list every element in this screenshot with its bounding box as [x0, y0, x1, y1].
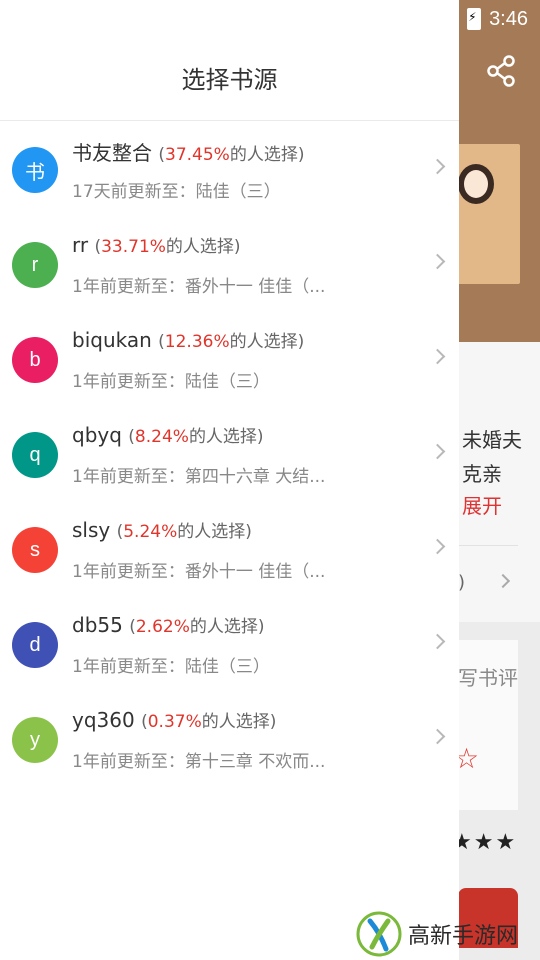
source-update-text: 1年前更新至：陆佳（三）	[72, 372, 270, 392]
source-update-text: 17天前更新至：陆佳（三）	[72, 182, 281, 202]
source-percent: 5.24%	[123, 522, 178, 542]
rating-stars: ★★★	[452, 830, 518, 855]
source-update-text: 1年前更新至：第四十六章 大结...	[72, 467, 326, 487]
watermark-text: 高新手游网	[408, 924, 519, 949]
source-avatar: b	[12, 337, 58, 383]
source-item[interactable]: q qbyq (8.24%的人选择) 1年前更新至：第四十六章 大结...	[0, 406, 459, 501]
source-name: db55	[72, 613, 123, 637]
source-title-line: slsy (5.24%的人选择)	[72, 518, 252, 542]
chevron-right-icon	[429, 538, 446, 555]
source-avatar: 书	[12, 147, 58, 193]
source-list: 书 书友整合 (37.45%的人选择) 17天前更新至：陆佳（三） r rr (…	[0, 121, 459, 786]
source-percent-suffix: 的人选择)	[229, 332, 305, 352]
source-percent-suffix: 的人选择)	[201, 712, 277, 732]
source-name: yq360	[72, 708, 135, 732]
source-avatar: y	[12, 717, 58, 763]
source-update-text: 1年前更新至：陆佳（三）	[72, 657, 270, 677]
source-item[interactable]: d db55 (2.62%的人选择) 1年前更新至：陆佳（三）	[0, 596, 459, 691]
watermark-logo-icon	[356, 911, 402, 957]
source-percent: 2.62%	[135, 617, 190, 637]
battery-charging-icon	[467, 8, 482, 30]
source-percent-suffix: 的人选择)	[229, 145, 305, 165]
source-item[interactable]: 书 书友整合 (37.45%的人选择) 17天前更新至：陆佳（三）	[0, 121, 459, 216]
bg-description-line2: 克亲	[462, 462, 502, 486]
source-item[interactable]: y yq360 (0.37%的人选择) 1年前更新至：第十三章 不欢而...	[0, 691, 459, 786]
source-title-line: yq360 (0.37%的人选择)	[72, 708, 277, 732]
source-title-line: qbyq (8.24%的人选择)	[72, 423, 264, 447]
source-avatar: s	[12, 527, 58, 573]
source-item[interactable]: s slsy (5.24%的人选择) 1年前更新至：番外十一 佳佳（...	[0, 501, 459, 596]
source-percent: 33.71%	[101, 237, 166, 257]
source-percent: 8.24%	[134, 427, 189, 447]
source-avatar: r	[12, 242, 58, 288]
chevron-right-icon	[429, 633, 446, 650]
bg-description-line1: 未婚夫	[462, 428, 522, 452]
source-percent-suffix: 的人选择)	[177, 522, 252, 542]
source-name: biqukan	[72, 328, 152, 352]
source-drawer: 选择书源 书 书友整合 (37.45%的人选择) 17天前更新至：陆佳（三） r…	[0, 0, 459, 960]
source-avatar: q	[12, 432, 58, 478]
source-percent-suffix: 的人选择)	[165, 237, 241, 257]
source-title-line: biqukan (12.36%的人选择)	[72, 328, 305, 352]
source-update-text: 1年前更新至：番外十一 佳佳（...	[72, 277, 326, 297]
source-update-text: 1年前更新至：第十三章 不欢而...	[72, 752, 326, 772]
source-title-line: db55 (2.62%的人选择)	[72, 613, 265, 637]
status-time: 3:46	[489, 7, 528, 30]
share-icon[interactable]	[484, 54, 518, 88]
source-name: rr	[72, 233, 89, 257]
source-title-line: 书友整合 (37.45%的人选择)	[72, 141, 305, 165]
source-item[interactable]: r rr (33.71%的人选择) 1年前更新至：番外十一 佳佳（...	[0, 216, 459, 311]
source-percent-suffix: 的人选择)	[188, 427, 264, 447]
source-percent: 37.45%	[165, 145, 230, 165]
source-percent-suffix: 的人选择)	[189, 617, 265, 637]
source-update-text: 1年前更新至：番外十一 佳佳（...	[72, 562, 326, 582]
bg-chapter-row[interactable]: )	[458, 545, 518, 621]
source-item[interactable]: b biqukan (12.36%的人选择) 1年前更新至：陆佳（三）	[0, 311, 459, 406]
source-avatar: d	[12, 622, 58, 668]
source-title-line: rr (33.71%的人选择)	[72, 233, 241, 257]
source-percent: 0.37%	[147, 712, 202, 732]
status-bar: 3:46	[450, 0, 540, 38]
chevron-right-icon	[495, 573, 511, 589]
chevron-right-icon	[429, 443, 446, 460]
source-name: qbyq	[72, 423, 122, 447]
watermark: 高新手游网	[356, 908, 540, 960]
chevron-right-icon	[429, 348, 446, 365]
drawer-title: 选择书源	[181, 66, 278, 94]
source-name: slsy	[72, 518, 111, 542]
chevron-right-icon	[429, 158, 446, 175]
write-review-label[interactable]: 写书评	[458, 662, 518, 691]
chevron-right-icon	[429, 253, 446, 270]
chevron-right-icon	[429, 728, 446, 745]
expand-link[interactable]: 展开	[462, 490, 502, 519]
source-name: 书友整合	[72, 141, 152, 165]
source-percent: 12.36%	[164, 332, 230, 352]
